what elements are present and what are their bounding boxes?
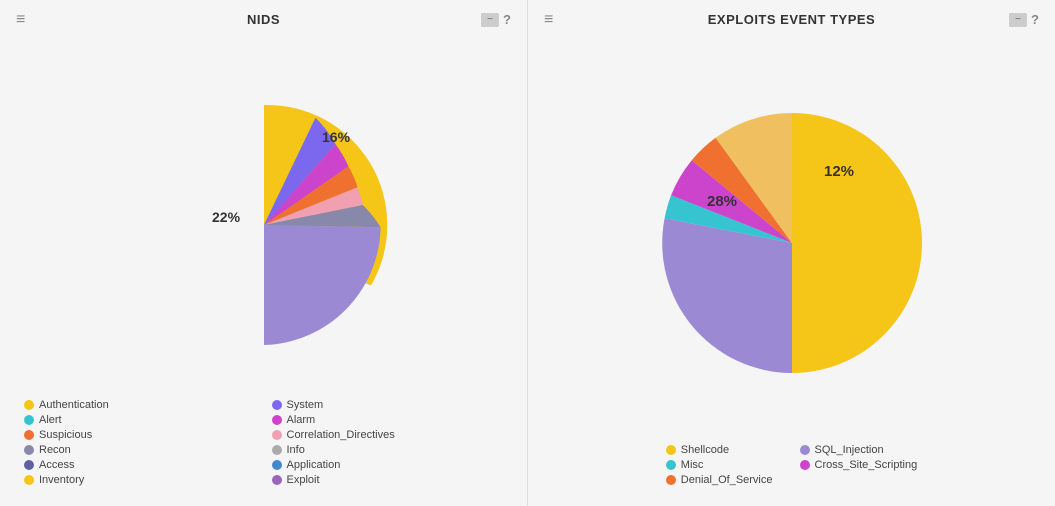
legend-item-exploit: Exploit xyxy=(272,474,504,486)
exploits-menu-icon[interactable]: ≡ xyxy=(544,12,553,28)
exploits-label-12: 12% xyxy=(824,163,854,180)
nids-minimize-button[interactable]: − xyxy=(481,13,499,27)
nids-chart: 16% 22% 45% xyxy=(104,70,424,360)
legend-item-misc: Misc xyxy=(666,459,784,471)
legend-item-cross-site: Cross_Site_Scripting xyxy=(800,459,918,471)
exploits-help-button[interactable]: ? xyxy=(1031,12,1039,27)
legend-item-shellcode: Shellcode xyxy=(666,444,784,456)
legend-label-inventory: Inventory xyxy=(39,474,84,486)
legend-item-access: Access xyxy=(24,459,256,471)
legend-label-system: System xyxy=(287,399,324,411)
legend-dot-application xyxy=(272,460,282,470)
legend-label-recon: Recon xyxy=(39,444,71,456)
legend-item-application: Application xyxy=(272,459,504,471)
legend-item-suspicious: Suspicious xyxy=(24,429,256,441)
exploits-chart-area: 12% 28% 50% xyxy=(544,35,1039,440)
legend-item-recon: Recon xyxy=(24,444,256,456)
nids-label-22: 22% xyxy=(212,209,241,225)
legend-item-inventory: Inventory xyxy=(24,474,256,486)
legend-item-alarm: Alarm xyxy=(272,414,504,426)
legend-label-dos: Denial_Of_Service xyxy=(681,474,773,486)
legend-dot-misc xyxy=(666,460,676,470)
nids-panel: ≡ NIDS − ? xyxy=(0,0,527,506)
inventory-segment xyxy=(264,225,381,345)
legend-dot-inventory xyxy=(24,475,34,485)
nids-chart-area: 16% 22% 45% xyxy=(16,35,511,395)
exploits-legend: Shellcode SQL_Injection Misc Cross_Site_… xyxy=(658,440,925,490)
legend-item-alert: Alert xyxy=(24,414,256,426)
legend-dot-correlation xyxy=(272,430,282,440)
legend-label-misc: Misc xyxy=(681,459,704,471)
exploits-chart: 12% 28% 50% xyxy=(612,88,972,388)
exploits-panel: ≡ EXPLOITS EVENT TYPES − ? xyxy=(527,0,1055,506)
legend-dot-authentication xyxy=(24,400,34,410)
legend-label-alarm: Alarm xyxy=(287,414,316,426)
legend-label-authentication: Authentication xyxy=(39,399,109,411)
legend-dot-info xyxy=(272,445,282,455)
nids-label-16: 16% xyxy=(322,129,351,145)
legend-item-correlation: Correlation_Directives xyxy=(272,429,504,441)
legend-dot-alert xyxy=(24,415,34,425)
legend-dot-sql-injection xyxy=(800,445,810,455)
legend-dot-system xyxy=(272,400,282,410)
exploits-header-right: − ? xyxy=(1009,12,1039,27)
legend-item-info: Info xyxy=(272,444,504,456)
legend-dot-cross-site xyxy=(800,460,810,470)
legend-item-system: System xyxy=(272,399,504,411)
legend-label-correlation: Correlation_Directives xyxy=(287,429,395,441)
legend-label-suspicious: Suspicious xyxy=(39,429,92,441)
legend-label-exploit: Exploit xyxy=(287,474,320,486)
legend-label-alert: Alert xyxy=(39,414,62,426)
sql-injection-segment xyxy=(662,218,792,373)
nids-legend: Authentication System Alert Alarm Suspic… xyxy=(16,395,511,490)
legend-label-sql-injection: SQL_Injection xyxy=(815,444,884,456)
legend-dot-exploit xyxy=(272,475,282,485)
legend-item-dos: Denial_Of_Service xyxy=(666,474,784,486)
legend-dot-recon xyxy=(24,445,34,455)
legend-dot-alarm xyxy=(272,415,282,425)
legend-label-cross-site: Cross_Site_Scripting xyxy=(815,459,918,471)
nids-header-right: − ? xyxy=(481,12,511,27)
exploits-label-28: 28% xyxy=(707,193,737,210)
exploits-title: EXPLOITS EVENT TYPES xyxy=(708,12,875,27)
legend-dot-suspicious xyxy=(24,430,34,440)
legend-dot-access xyxy=(24,460,34,470)
legend-label-access: Access xyxy=(39,459,74,471)
legend-dot-dos xyxy=(666,475,676,485)
nids-menu-icon[interactable]: ≡ xyxy=(16,12,25,28)
nids-help-button[interactable]: ? xyxy=(503,12,511,27)
legend-label-info: Info xyxy=(287,444,305,456)
nids-title: NIDS xyxy=(247,12,280,27)
exploits-minimize-button[interactable]: − xyxy=(1009,13,1027,27)
nids-header: ≡ NIDS − ? xyxy=(16,12,511,27)
shellcode-segment xyxy=(792,113,922,373)
legend-item-authentication: Authentication xyxy=(24,399,256,411)
exploits-header: ≡ EXPLOITS EVENT TYPES − ? xyxy=(544,12,1039,27)
legend-item-sql-injection: SQL_Injection xyxy=(800,444,918,456)
legend-label-shellcode: Shellcode xyxy=(681,444,729,456)
legend-label-application: Application xyxy=(287,459,341,471)
legend-dot-shellcode xyxy=(666,445,676,455)
